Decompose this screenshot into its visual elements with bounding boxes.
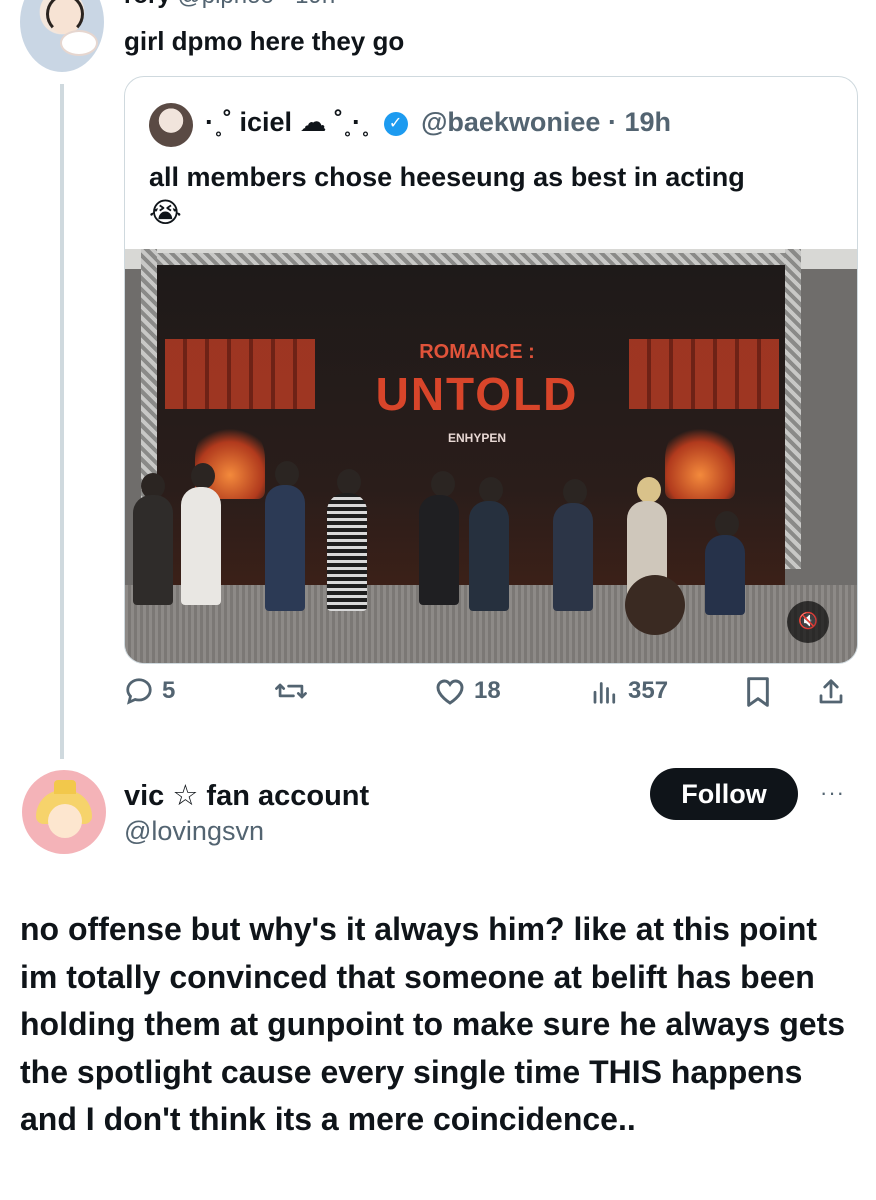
tweet-action-bar: 5 18 357 [124,676,856,720]
like-button[interactable]: 18 [434,676,501,706]
avatar-vic[interactable] [22,770,106,854]
quoted-tweet-header: ·˳˚ iciel ☁ ˚˳·˳ ✓ @baekwoniee · 19h [205,107,671,138]
bookmark-button[interactable] [744,676,772,708]
reply-tweet-text: no offense but why's it always him? like… [20,911,846,1137]
share-button[interactable] [816,676,846,708]
bookmark-icon [747,677,769,707]
reply-display-name[interactable]: vic ☆ fan account [124,778,369,813]
quoted-display-name[interactable]: iciel [240,107,293,137]
quoted-avatar[interactable] [149,103,193,147]
views-icon [593,682,616,704]
backdrop-title-small: ROMANCE : [419,341,535,363]
reply-icon [126,678,152,705]
reply-handle[interactable]: @lovingsvn [124,816,264,847]
like-icon [436,679,464,705]
quoted-tweet-card[interactable]: ·˳˚ iciel ☁ ˚˳·˳ ✓ @baekwoniee · 19h all… [124,76,858,664]
like-count: 18 [474,677,501,704]
parent-tweet-text: girl dpmo here they go [124,26,405,56]
quoted-name-prefix: ·˳˚ [205,107,232,137]
parent-handle-time[interactable]: @pipnoo · 19h [177,0,335,9]
parent-tweet-header: rory @pipnoo · 19h [124,0,335,10]
view-count: 357 [628,677,669,704]
tweet-video[interactable]: ROMANCE : UNTOLD ENHYPEN 🔇 [125,249,857,663]
share-icon [819,679,843,704]
quoted-name-suffix: ☁ ˚˳·˳ [299,107,371,137]
quoted-handle-time[interactable]: @baekwoniee · 19h [421,107,671,137]
retweet-icon [275,683,307,699]
mute-icon[interactable]: 🔇 [787,601,829,643]
more-icon[interactable]: ··· [820,780,845,806]
views-button[interactable]: 357 [590,676,668,706]
backdrop-artist: ENHYPEN [447,431,506,445]
reply-count: 5 [162,677,176,704]
retweet-button[interactable] [274,676,308,706]
avatar-rory[interactable] [20,0,104,72]
crying-emoji: 😭 [149,197,182,228]
parent-display-name[interactable]: rory [124,0,171,9]
reply-button[interactable]: 5 [124,676,175,706]
backdrop-title-big: UNTOLD [375,368,579,420]
quoted-tweet-text: all members chose heeseung as best in ac… [149,162,745,192]
verified-icon: ✓ [383,112,408,136]
parent-more-icon[interactable]: ··· [820,0,842,8]
follow-button[interactable]: Follow [650,768,798,820]
thread-line [60,84,64,759]
